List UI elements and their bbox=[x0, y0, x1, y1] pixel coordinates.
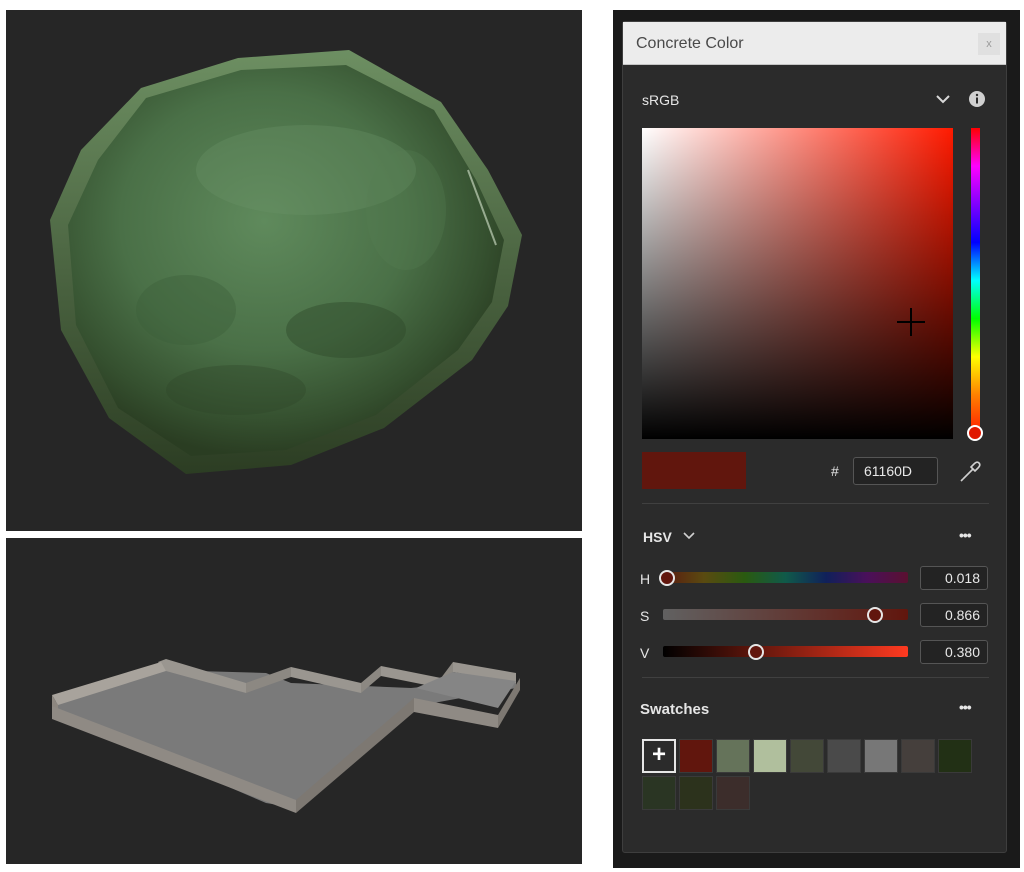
floor-mesh-render bbox=[52, 659, 520, 813]
color-swatch[interactable] bbox=[679, 776, 713, 810]
color-swatch[interactable] bbox=[901, 739, 935, 773]
swatches-more-button[interactable]: ••• bbox=[959, 699, 972, 715]
slider-label-v: V bbox=[640, 645, 650, 661]
hue-slider-track[interactable] bbox=[663, 572, 908, 583]
saturation-slider-knob[interactable] bbox=[867, 607, 884, 623]
chevron-down-icon[interactable] bbox=[935, 93, 951, 105]
slider-label-s: S bbox=[640, 608, 650, 624]
eyedropper-icon[interactable] bbox=[959, 459, 981, 483]
add-swatch-button[interactable]: + bbox=[642, 739, 676, 773]
titlebar: Concrete Color x bbox=[623, 22, 1006, 65]
value-slider-knob[interactable] bbox=[748, 644, 765, 660]
hue-value-field[interactable]: 0.018 bbox=[920, 566, 988, 590]
saturation-value-field[interactable]: 0.866 bbox=[920, 603, 988, 627]
close-button[interactable]: x bbox=[978, 33, 1000, 55]
saturation-value-field[interactable] bbox=[642, 128, 953, 439]
color-swatch[interactable] bbox=[716, 739, 750, 773]
hue-strip[interactable] bbox=[971, 128, 980, 433]
color-picker-dialog: Concrete Color x sRGB # 61160D HSV ••• H… bbox=[622, 21, 1007, 853]
color-swatch[interactable] bbox=[827, 739, 861, 773]
color-model-label: HSV bbox=[643, 529, 672, 545]
current-color-preview bbox=[642, 452, 746, 489]
color-swatch[interactable] bbox=[790, 739, 824, 773]
viewport-rock[interactable] bbox=[6, 10, 582, 531]
chevron-down-icon[interactable] bbox=[683, 531, 695, 541]
viewport-floor[interactable] bbox=[6, 538, 582, 864]
model-more-button[interactable]: ••• bbox=[959, 527, 972, 543]
color-swatch[interactable] bbox=[679, 739, 713, 773]
info-icon[interactable] bbox=[968, 90, 986, 108]
color-swatch[interactable] bbox=[938, 739, 972, 773]
color-space-label: sRGB bbox=[642, 92, 680, 108]
hue-handle[interactable] bbox=[967, 425, 983, 441]
swatches-label: Swatches bbox=[640, 701, 710, 718]
value-value-field[interactable]: 0.380 bbox=[920, 640, 988, 664]
color-swatch[interactable] bbox=[864, 739, 898, 773]
value-slider-track[interactable] bbox=[663, 646, 908, 657]
color-swatch[interactable] bbox=[753, 739, 787, 773]
color-swatch[interactable] bbox=[642, 776, 676, 810]
hex-hash-label: # bbox=[831, 463, 839, 479]
dialog-title: Concrete Color bbox=[636, 35, 744, 52]
divider bbox=[642, 677, 989, 678]
color-swatch[interactable] bbox=[716, 776, 750, 810]
hex-input[interactable]: 61160D bbox=[853, 457, 938, 485]
slider-label-h: H bbox=[640, 571, 651, 587]
rock-mesh-render bbox=[50, 50, 522, 474]
divider bbox=[642, 503, 989, 504]
hue-slider-knob[interactable] bbox=[659, 570, 676, 586]
crosshair-cursor[interactable] bbox=[897, 308, 925, 336]
